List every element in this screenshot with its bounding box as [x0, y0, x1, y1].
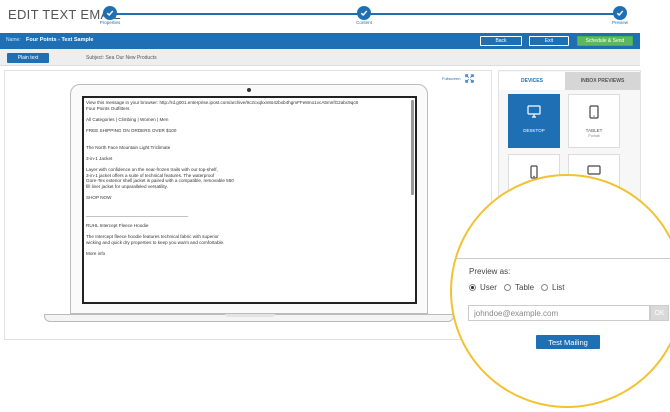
test-mailing-button[interactable]: Test Mailing	[536, 335, 600, 349]
tablet-landscape-icon	[587, 165, 601, 175]
step-properties[interactable]	[103, 6, 117, 20]
device-label: TABLET	[585, 128, 603, 133]
radio-button[interactable]	[504, 284, 511, 291]
sub-toolbar: Plain text Subject: Sea Our New Products	[0, 49, 640, 66]
device-tablet-portrait[interactable]: TABLET Portrait	[568, 94, 620, 148]
back-button[interactable]: Back	[480, 36, 522, 46]
zoom-highlight: Preview as: User Table List OK Test Mail…	[450, 174, 670, 408]
test-email-input[interactable]	[468, 305, 650, 321]
radio-button[interactable]	[541, 284, 548, 291]
subject-line: Subject: Sea Our New Products	[86, 54, 157, 61]
desktop-icon	[527, 105, 541, 118]
check-icon	[360, 10, 368, 17]
tablet-portrait-icon	[589, 105, 599, 119]
tab-inbox-previews[interactable]: INBOX PREVIEWS	[565, 72, 640, 90]
step-label-preview: Preview	[611, 20, 629, 25]
device-sublabel: Portrait	[588, 134, 600, 138]
radio-label: User	[480, 283, 497, 292]
divider	[452, 258, 670, 259]
email-body: View this message in your browser: http:…	[86, 100, 410, 257]
radio-list[interactable]: List	[541, 283, 564, 292]
radio-table[interactable]: Table	[504, 283, 534, 292]
fullscreen-icon[interactable]	[465, 74, 474, 83]
radio-button[interactable]	[469, 284, 476, 291]
camera-dot	[247, 88, 251, 92]
ok-button[interactable]: OK	[650, 305, 669, 321]
step-preview[interactable]	[613, 6, 627, 20]
check-icon	[616, 10, 624, 17]
step-label-properties: Properties	[99, 20, 121, 25]
email-line: More info	[86, 251, 106, 257]
radio-label: List	[552, 283, 565, 292]
radio-user[interactable]: User	[469, 283, 497, 292]
email-name: Four Points - Text Sample	[26, 36, 94, 43]
fullscreen-label[interactable]: Fullscreen	[442, 76, 460, 81]
step-content[interactable]	[357, 6, 371, 20]
device-label: DESKTOP	[523, 128, 545, 133]
plain-text-button[interactable]: Plain text	[7, 53, 49, 63]
name-label: Name:	[6, 37, 21, 43]
toolbar: Name: Four Points - Text Sample Back Exi…	[0, 33, 640, 49]
step-label-content: Content	[356, 20, 372, 25]
scrollbar[interactable]	[411, 100, 414, 195]
email-preview-screen[interactable]: View this message in your browser: http:…	[82, 96, 417, 304]
exit-button[interactable]: Exit	[529, 36, 569, 46]
tab-devices[interactable]: DEVICES	[499, 72, 565, 90]
preview-as-label: Preview as:	[469, 267, 511, 276]
radio-label: Table	[515, 283, 535, 292]
schedule-send-button[interactable]: Schedule & Send	[577, 36, 633, 46]
laptop-notch	[225, 314, 275, 317]
check-icon	[106, 10, 114, 17]
device-desktop[interactable]: DESKTOP	[508, 94, 560, 148]
